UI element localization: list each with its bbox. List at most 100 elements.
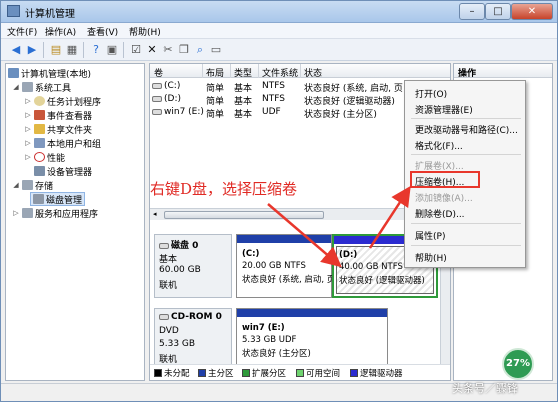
actions-header: 操作 <box>454 64 552 79</box>
menu-separator <box>411 118 521 119</box>
tree-item-disk-management[interactable]: 磁盘管理 <box>30 192 86 206</box>
column-separator[interactable] <box>300 64 301 78</box>
expand-arrow-icon[interactable]: ▷ <box>12 209 20 217</box>
column-separator[interactable] <box>258 64 259 78</box>
disk-name: 磁盘 0 <box>159 238 198 251</box>
menu-help[interactable]: 帮助(H) <box>129 25 161 38</box>
back-icon[interactable]: ◀ <box>9 43 23 57</box>
tree-item-performance[interactable]: ▷ 性能 <box>24 150 65 164</box>
console-tree: 计算机管理(本地) ◢ 系统工具 ▷ 任务计划程序 ▷ 事件查看器 ▷ 共享文件… <box>5 63 145 381</box>
menu-item-open[interactable]: 打开(O) <box>415 87 447 100</box>
disk-type: 基本 <box>159 255 178 265</box>
column-header-status[interactable]: 状态 <box>304 66 322 79</box>
disk-icon <box>159 242 169 249</box>
search-icon[interactable]: ⌕ <box>193 43 207 57</box>
collapse-arrow-icon[interactable]: ◢ <box>12 83 20 91</box>
disk-management-icon <box>33 194 44 204</box>
tree-item-services-apps[interactable]: ▷ 服务和应用程序 <box>12 206 98 220</box>
menu-file[interactable]: 文件(F) <box>7 25 37 38</box>
volume-cell: (C:) <box>152 81 180 91</box>
menu-separator <box>411 245 521 246</box>
tree-item-label: 存储 <box>35 181 54 192</box>
layout-cell: 简单 <box>206 110 225 120</box>
column-separator[interactable] <box>230 64 231 78</box>
menu-item-explorer[interactable]: 资源管理器(E) <box>415 103 473 116</box>
shared-folder-icon <box>34 124 45 134</box>
window-title: 计算机管理 <box>25 9 75 20</box>
legend-item: 主分区 <box>198 367 234 379</box>
clock-icon <box>34 96 45 106</box>
disk-0-label[interactable]: 磁盘 0 基本 60.00 GB 联机 <box>154 234 232 298</box>
disk-size: 60.00 GB <box>159 265 201 275</box>
menu-item-delete-volume[interactable]: 删除卷(D)... <box>415 207 465 220</box>
checklist-icon[interactable]: ☑ <box>129 43 143 57</box>
console-tree-icon[interactable]: ▦ <box>65 43 79 57</box>
delete-icon[interactable]: ✕ <box>145 43 159 57</box>
tree-item-label: 磁盘管理 <box>46 195 83 206</box>
help-icon[interactable]: ? <box>89 43 103 57</box>
column-header-type[interactable]: 类型 <box>234 66 252 79</box>
expand-arrow-icon[interactable]: ▷ <box>24 97 32 105</box>
expand-arrow-icon[interactable]: ▷ <box>24 111 32 119</box>
up-folder-icon[interactable]: ▤ <box>49 43 63 57</box>
menu-item-shrink-volume[interactable]: 压缩卷(H)... <box>415 175 464 188</box>
tree-item-computer-management[interactable]: 计算机管理(本地) <box>8 66 91 80</box>
cdrom-0-label[interactable]: CD-ROM 0 DVD 5.33 GB 联机 <box>154 308 232 370</box>
menu-view[interactable]: 查看(V) <box>87 25 118 38</box>
tree-item-label: 事件查看器 <box>47 111 93 122</box>
minimize-button[interactable]: – <box>459 3 485 20</box>
partition-size: 5.33 GB UDF <box>242 335 297 345</box>
legend-swatch <box>242 369 250 377</box>
tree-item-event-viewer[interactable]: ▷ 事件查看器 <box>24 108 92 122</box>
partition-size: 40.00 GB NTFS <box>339 262 403 272</box>
toolbar-separator <box>43 42 44 58</box>
event-viewer-icon <box>34 110 45 120</box>
scroll-left-icon[interactable]: ◂ <box>153 210 157 218</box>
properties-icon[interactable]: ▣ <box>105 43 119 57</box>
menu-action[interactable]: 操作(A) <box>45 25 76 38</box>
menu-bar: 文件(F) 操作(A) 查看(V) 帮助(H) <box>1 23 557 39</box>
legend-swatch <box>154 369 162 377</box>
column-header-volume[interactable]: 卷 <box>154 66 163 79</box>
title-bar: 计算机管理 – □ ✕ <box>1 1 557 23</box>
tree-item-local-users[interactable]: ▷ 本地用户和组 <box>24 136 101 150</box>
menu-item-change-drive-letter[interactable]: 更改驱动器号和路径(C)... <box>415 123 518 136</box>
tree-item-shared-folders[interactable]: ▷ 共享文件夹 <box>24 122 92 136</box>
tree-item-device-manager[interactable]: 设备管理器 <box>34 164 92 178</box>
context-menu: 打开(O) 资源管理器(E) 更改驱动器号和路径(C)... 格式化(F)...… <box>404 80 526 268</box>
menu-item-help[interactable]: 帮助(H) <box>415 251 447 264</box>
menu-item-format[interactable]: 格式化(F)... <box>415 139 463 152</box>
expand-arrow-icon[interactable]: ▷ <box>24 139 32 147</box>
view-icon[interactable]: ▭ <box>209 43 223 57</box>
column-separator[interactable] <box>202 64 203 78</box>
collapse-arrow-icon[interactable]: ◢ <box>12 181 20 189</box>
partition-e[interactable]: win7 (E:) 5.33 GB UDF 状态良好 (主分区) <box>236 308 388 370</box>
tree-item-storage[interactable]: ◢ 存储 <box>12 178 53 192</box>
volume-table-header: 卷 布局 类型 文件系统 状态 <box>150 64 450 79</box>
forward-icon[interactable]: ▶ <box>25 43 39 57</box>
scrollbar-thumb[interactable] <box>164 211 324 219</box>
type-cell: 基本 <box>234 110 253 120</box>
tree-item-label: 计算机管理(本地) <box>21 69 92 80</box>
disk-state: 联机 <box>159 281 178 291</box>
legend-item: 逻辑驱动器 <box>350 367 403 379</box>
partition-c[interactable]: (C:) 20.00 GB NTFS 状态良好 (系统, 启动, 页 <box>236 234 335 298</box>
column-header-layout[interactable]: 布局 <box>206 66 224 79</box>
filesystem-cell: NTFS <box>262 94 285 104</box>
tree-item-task-scheduler[interactable]: ▷ 任务计划程序 <box>24 94 101 108</box>
copy-icon[interactable]: ❐ <box>177 43 191 57</box>
disk-type: DVD <box>159 326 179 336</box>
cd-icon <box>159 313 169 320</box>
tree-item-system-tools[interactable]: ◢ 系统工具 <box>12 80 71 94</box>
computer-icon <box>8 68 19 78</box>
close-button[interactable]: ✕ <box>511 3 553 20</box>
filesystem-cell: NTFS <box>262 81 285 91</box>
drive-icon <box>152 95 162 102</box>
expand-arrow-icon[interactable]: ▷ <box>24 125 32 133</box>
expand-arrow-icon[interactable]: ▷ <box>24 153 32 161</box>
column-header-filesystem[interactable]: 文件系统 <box>262 66 298 79</box>
maximize-button[interactable]: □ <box>485 3 511 20</box>
menu-item-properties[interactable]: 属性(P) <box>415 229 445 242</box>
status-cell: 状态良好 (主分区) <box>304 110 377 120</box>
cut-icon[interactable]: ✂ <box>161 43 175 57</box>
